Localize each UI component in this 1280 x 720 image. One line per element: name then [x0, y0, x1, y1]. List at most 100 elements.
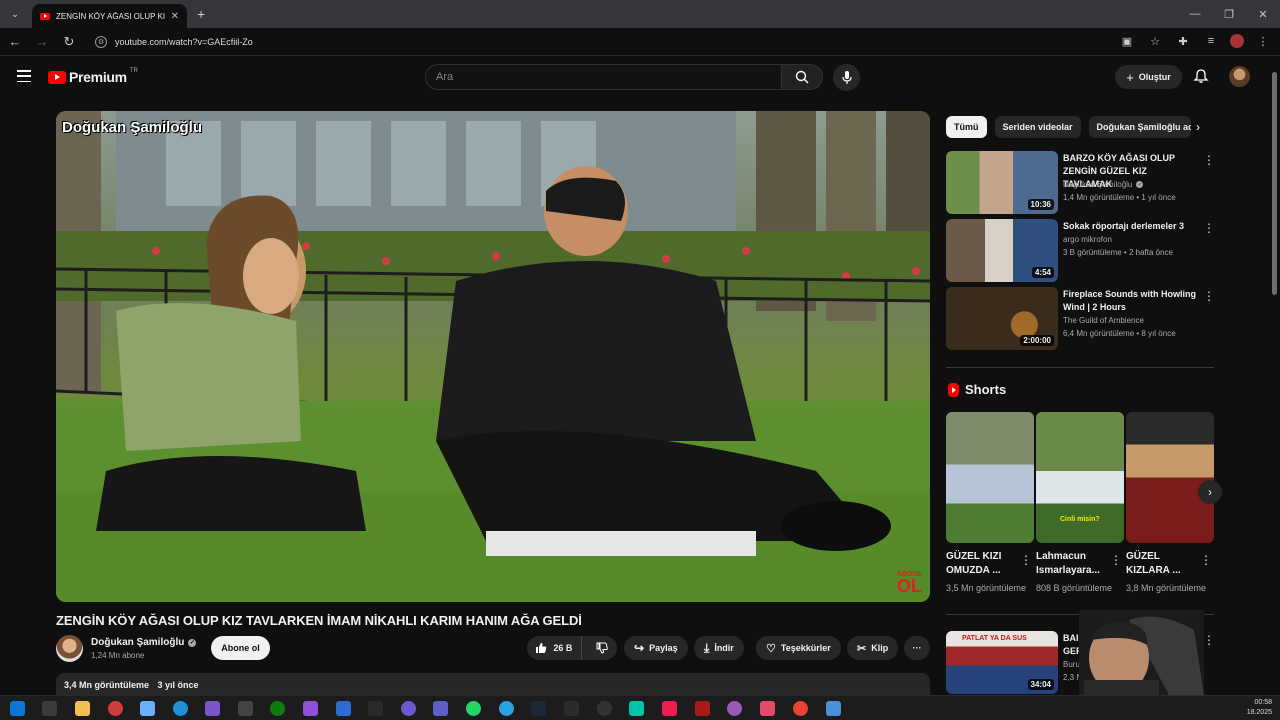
start-menu-icon[interactable]: [10, 701, 25, 716]
url-field[interactable]: ⚙ youtube.com/watch?v=GAEcfiil-Zo: [87, 30, 1167, 53]
forward-icon[interactable]: →: [30, 30, 54, 54]
short-item[interactable]: GÜZEL KIZLARA ... 3,8 Mn görüntüleme ⋮: [1126, 412, 1214, 595]
download-button[interactable]: ⤓ İndir: [694, 636, 744, 660]
notifications-bell-icon[interactable]: [1193, 68, 1209, 84]
recommended-video[interactable]: 10:36 BARZO KÖY AĞASI OLUP ZENGİN GÜZEL …: [946, 151, 1216, 214]
shorts-header: Shorts: [948, 382, 1006, 397]
shorts-logo-icon: [948, 382, 959, 397]
search-input[interactable]: [436, 71, 781, 83]
new-tab-icon[interactable]: +: [197, 6, 205, 22]
store-icon[interactable]: [205, 701, 220, 716]
minimize-icon[interactable]: —: [1178, 0, 1212, 28]
chrome-icon[interactable]: [793, 701, 808, 716]
page-scrollbar[interactable]: [1271, 60, 1278, 690]
document-icon[interactable]: [336, 701, 351, 716]
filter-chips: Tümü Seriden videolar Doğukan Şamiloğlu …: [946, 116, 1191, 138]
subscribe-watermark[interactable]: ABONE OL: [897, 571, 922, 595]
video-player[interactable]: Doğukan Şamiloğlu ABONE OL: [56, 111, 930, 602]
system-clock[interactable]: 00:58 18.2025: [1247, 698, 1272, 718]
short-item[interactable]: GÜZEL KIZI OMUZDA ... 3,5 Mn görüntüleme…: [946, 412, 1034, 595]
search-button[interactable]: [781, 64, 823, 90]
more-vertical-icon[interactable]: ⋮: [1203, 221, 1215, 235]
app-icon[interactable]: [695, 701, 710, 716]
chip-channel[interactable]: Doğukan Şamiloğlu ad: [1088, 116, 1191, 138]
description-box[interactable]: 3,4 Mn görüntüleme 3 yıl önce: [56, 673, 930, 695]
app-icon[interactable]: [629, 701, 644, 716]
subscribe-button[interactable]: Abone ol: [211, 636, 270, 660]
more-actions-button[interactable]: ···: [904, 636, 930, 660]
thumbs-up-icon: [536, 643, 547, 653]
video-title: ZENGİN KÖY AĞASI OLUP KIZ TAVLARKEN İMAM…: [56, 613, 582, 628]
menu-icon[interactable]: [17, 70, 31, 82]
video-title: Fireplace Sounds with Howling Wind | 2 H…: [1063, 289, 1197, 312]
shorts-title: Shorts: [965, 382, 1007, 397]
back-icon[interactable]: ←: [3, 30, 27, 54]
bookmark-star-icon[interactable]: ☆: [1146, 32, 1164, 50]
reload-icon[interactable]: ↻: [57, 30, 81, 54]
logo-text: Premium: [69, 69, 127, 85]
cast-icon[interactable]: ▣: [1118, 32, 1136, 50]
copilot-icon[interactable]: [140, 701, 155, 716]
app-icon[interactable]: [760, 701, 775, 716]
chip-series[interactable]: Seriden videolar: [994, 116, 1081, 138]
create-button[interactable]: + Oluştur: [1115, 65, 1182, 89]
file-explorer-icon[interactable]: [75, 701, 90, 716]
duration-badge: 34:04: [1027, 679, 1054, 690]
video-meta: 6,4 Mn görüntüleme • 8 yıl önce: [1063, 329, 1176, 338]
browser-tab[interactable]: ZENGİN KÖY AĞASI OLUP KIZ ... ✕: [32, 4, 187, 28]
more-vertical-icon[interactable]: ⋮: [1203, 153, 1215, 167]
short-views: 808 B görüntüleme: [1036, 583, 1113, 593]
more-vertical-icon[interactable]: ⋮: [1203, 289, 1215, 303]
browser-menu-icon[interactable]: ⋮: [1254, 32, 1272, 50]
video-channel-watermark: Doğukan Şamiloğlu: [62, 119, 203, 136]
recommended-video[interactable]: 4:54 Sokak röportajı derlemeler 3 argo m…: [946, 219, 1216, 282]
whatsapp-icon[interactable]: [466, 701, 481, 716]
more-vertical-icon[interactable]: ⋮: [1203, 633, 1215, 647]
like-button[interactable]: 26 B: [527, 636, 582, 660]
app-icon[interactable]: [597, 701, 612, 716]
thanks-button[interactable]: ♡ Teşekkürler: [756, 636, 841, 660]
app-icon[interactable]: [108, 701, 123, 716]
tab-close-icon[interactable]: ✕: [171, 11, 179, 22]
share-button[interactable]: ↪ Paylaş: [624, 636, 688, 660]
extensions-icon[interactable]: ✚: [1174, 32, 1192, 50]
app-icon[interactable]: [238, 701, 253, 716]
app-icon[interactable]: [826, 701, 841, 716]
short-item[interactable]: Cinli misin? Lahmacun Ismarlayara... 808…: [1036, 412, 1124, 595]
media-controls-icon[interactable]: ≡: [1202, 32, 1220, 50]
more-vertical-icon[interactable]: ⋮: [1020, 553, 1032, 567]
channel-name-row[interactable]: Doğukan Şamiloğlu ✓: [91, 637, 197, 648]
account-avatar[interactable]: [1229, 66, 1250, 87]
restore-icon[interactable]: ❐: [1212, 0, 1246, 28]
dislike-button[interactable]: [587, 642, 617, 654]
app-icon[interactable]: [401, 701, 416, 716]
telegram-icon[interactable]: [499, 701, 514, 716]
more-vertical-icon[interactable]: ⋮: [1110, 553, 1122, 567]
chip-all[interactable]: Tümü: [946, 116, 987, 138]
tiktok-icon[interactable]: [662, 701, 677, 716]
edge-browser-icon[interactable]: [173, 701, 188, 716]
teams-icon[interactable]: [433, 701, 448, 716]
tab-search-icon[interactable]: ⌄: [4, 3, 26, 25]
xbox-icon[interactable]: [270, 701, 285, 716]
search-icon: [795, 70, 809, 84]
youtube-premium-logo[interactable]: Premium TR: [48, 68, 138, 85]
shorts-next-icon[interactable]: ›: [1198, 480, 1222, 504]
app-icon[interactable]: [303, 701, 318, 716]
site-info-icon[interactable]: ⚙: [95, 35, 107, 48]
epic-games-icon[interactable]: [564, 701, 579, 716]
channel-avatar[interactable]: [56, 635, 83, 662]
app-icon[interactable]: [727, 701, 742, 716]
more-vertical-icon[interactable]: ⋮: [1200, 553, 1212, 567]
clip-button[interactable]: ✂ Klip: [847, 636, 899, 660]
task-view-icon[interactable]: [42, 701, 57, 716]
steam-icon[interactable]: [531, 701, 546, 716]
close-window-icon[interactable]: ✕: [1246, 0, 1280, 28]
window-controls: — ❐ ✕: [1178, 0, 1280, 28]
app-icon[interactable]: [368, 701, 383, 716]
recommended-video[interactable]: 2:00:00 Fireplace Sounds with Howling Wi…: [946, 287, 1216, 350]
url-text: youtube.com/watch?v=GAEcfiil-Zo: [115, 36, 253, 47]
voice-search-button[interactable]: [833, 64, 860, 91]
profile-icon[interactable]: [1230, 34, 1244, 48]
chips-next-icon[interactable]: ›: [1189, 118, 1207, 136]
